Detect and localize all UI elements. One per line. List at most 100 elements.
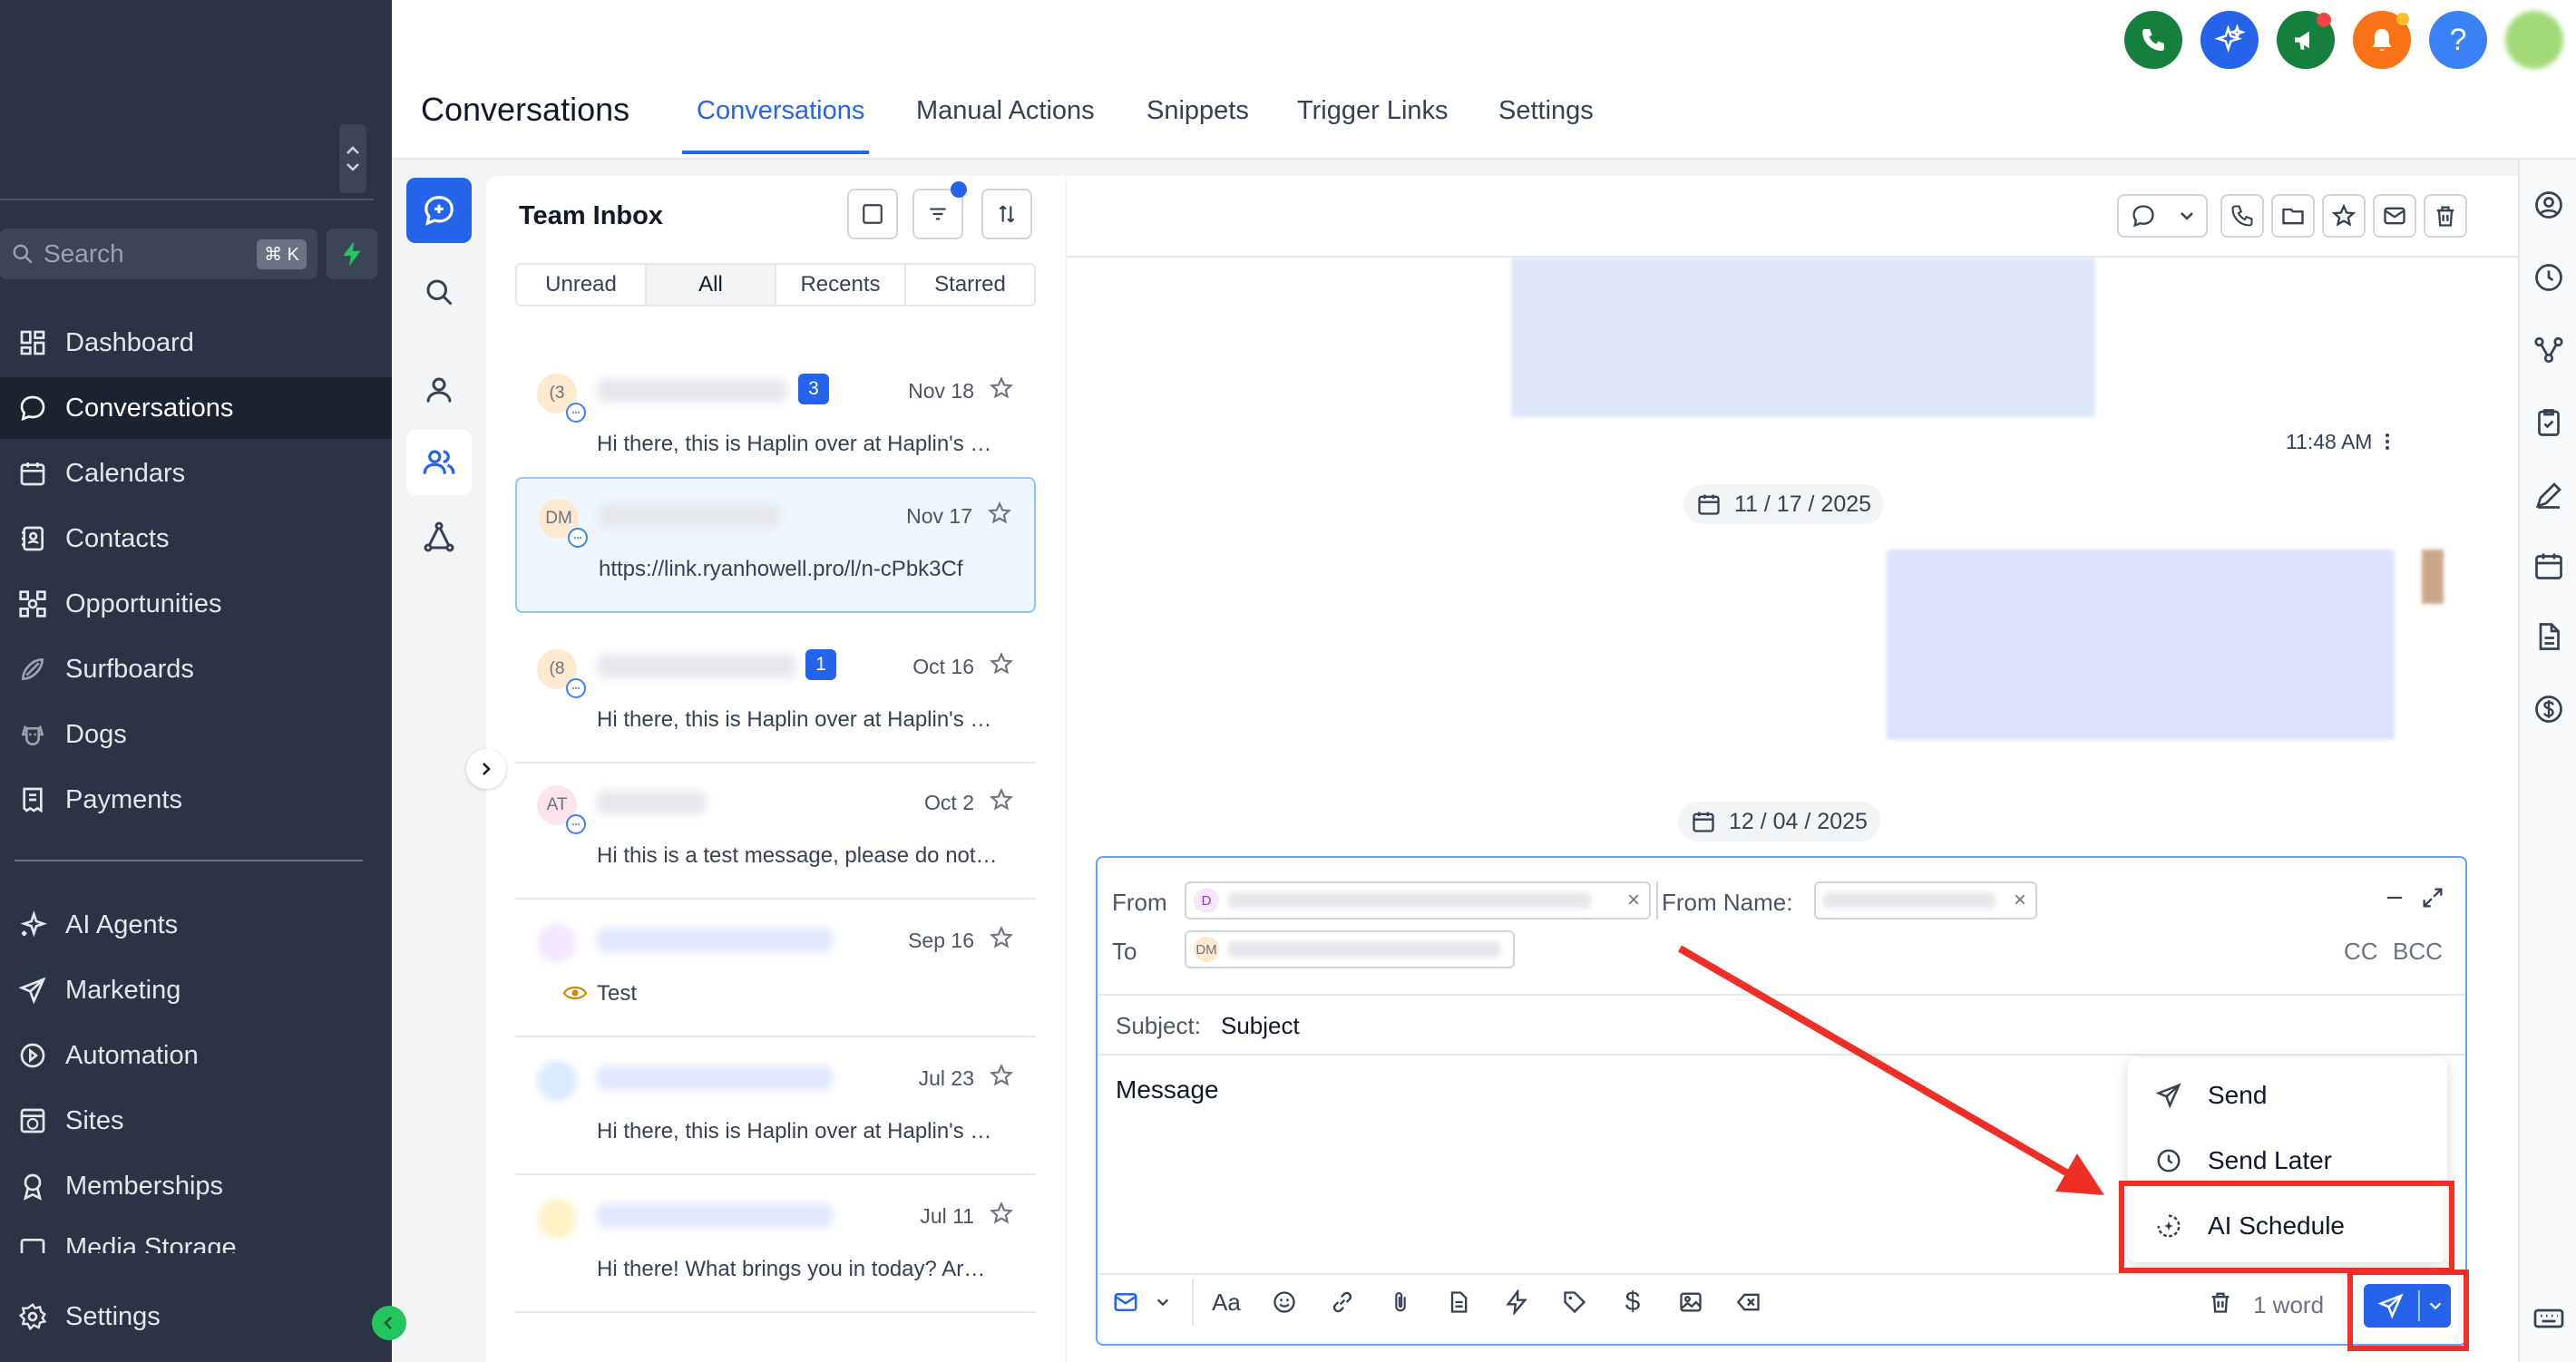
phone-button[interactable] [2124,11,2182,69]
nav-automation[interactable]: Automation [0,1025,392,1086]
nav-opportunities[interactable]: Opportunities [0,573,392,635]
sort-button[interactable] [981,189,1032,239]
remove-icon[interactable]: × [2014,888,2026,913]
collapse-sidebar-button[interactable] [372,1306,406,1340]
ai-assistant-button[interactable] [2200,11,2259,69]
new-message-button[interactable] [406,178,472,243]
nav-media-storage[interactable]: Media Storage [0,1221,392,1253]
payments-icon[interactable] [2531,691,2567,727]
star-icon[interactable] [989,1063,1014,1088]
star-icon[interactable] [989,787,1014,812]
clear-icon[interactable] [1731,1284,1767,1320]
contact-profile-icon[interactable] [2531,187,2567,223]
search-input[interactable]: Search ⌘ K [0,229,317,279]
notes-icon[interactable] [2531,477,2567,513]
template-icon[interactable] [1440,1284,1477,1320]
nav-memberships[interactable]: Memberships [0,1155,392,1217]
history-icon[interactable] [2531,259,2567,296]
remove-icon[interactable]: × [1627,888,1640,913]
filter-starred[interactable]: Starred [906,265,1034,305]
minimize-icon[interactable] [2382,885,2407,910]
calendar-icon [16,457,49,490]
delete-conversation-button[interactable] [2424,194,2467,238]
select-all-checkbox[interactable] [847,189,898,239]
announcements-button[interactable] [2277,11,2335,69]
call-button[interactable] [2220,194,2264,238]
link-icon[interactable] [1324,1284,1361,1320]
trash-icon[interactable] [2202,1284,2239,1320]
nav-ai-agents[interactable]: AI Agents [0,894,392,956]
tag-icon[interactable] [1556,1284,1593,1320]
nav-surfboards[interactable]: Surfboards [0,638,392,700]
expand-panel-button[interactable] [466,749,506,789]
image-icon[interactable] [1673,1284,1709,1320]
nav-marketing[interactable]: Marketing [0,959,392,1021]
notifications-button[interactable] [2353,11,2411,69]
conversation-item[interactable]: AT Oct 2 Hi this is a test message, plea… [515,765,1036,900]
nav-settings[interactable]: Settings [0,1286,392,1347]
conversation-item[interactable]: Sep 16 Test [515,903,1036,1037]
conversation-item[interactable]: (3 3 Nov 18 Hi there, this is Haplin ove… [515,354,1036,488]
star-icon[interactable] [989,1201,1014,1226]
star-icon[interactable] [989,375,1014,401]
emoji-icon[interactable] [1266,1284,1303,1320]
text-format-icon[interactable]: Aa [1208,1284,1244,1320]
star-icon[interactable] [989,925,1014,950]
attachment-icon[interactable] [1382,1284,1419,1320]
team-inbox-button[interactable] [406,430,472,495]
star-icon[interactable] [989,651,1014,676]
star-icon[interactable] [987,501,1012,526]
channels-button[interactable] [406,504,472,569]
expand-icon[interactable] [2420,885,2445,910]
star-conversation-button[interactable] [2322,194,2366,238]
bolt-icon[interactable] [1498,1284,1535,1320]
tasks-icon[interactable] [2531,404,2567,441]
nav-calendars[interactable]: Calendars [0,443,392,504]
chevron-updown-icon[interactable] [339,124,366,193]
tab-manual-actions[interactable]: Manual Actions [916,96,1095,126]
nav-payments[interactable]: Payments [0,769,392,831]
help-button[interactable]: ? [2429,11,2487,69]
workflow-icon[interactable] [2531,332,2567,368]
to-address-field[interactable]: DM [1185,930,1515,968]
search-conversations-button[interactable] [406,259,472,325]
bcc-button[interactable]: BCC [2393,938,2443,966]
more-options-icon[interactable] [2384,432,2391,452]
from-address-field[interactable]: D × [1185,881,1651,919]
filter-recents[interactable]: Recents [776,265,906,305]
nav-sites[interactable]: Sites [0,1090,392,1152]
avatar[interactable] [2505,11,2563,69]
menu-item-send[interactable]: Send [2155,1075,2267,1115]
quick-action-button[interactable] [327,229,377,279]
my-inbox-button[interactable] [406,357,472,423]
nav-conversations[interactable]: Conversations [0,377,392,439]
cc-button[interactable]: CC [2344,938,2378,966]
move-to-folder-button[interactable] [2271,194,2315,238]
appointments-icon[interactable] [2531,548,2567,584]
nav-dashboard[interactable]: Dashboard [0,312,392,374]
menu-item-send-later[interactable]: Send Later [2155,1141,2332,1181]
mark-unread-button[interactable] [2373,194,2416,238]
tab-snippets[interactable]: Snippets [1147,96,1249,126]
nav-dogs[interactable]: Dogs [0,704,392,765]
assign-dropdown[interactable] [2117,194,2208,238]
conversation-item-selected[interactable]: DM Nov 17 https://link.ryanhowell.pro/l/… [515,477,1036,613]
subject-input[interactable]: Subject [1221,1012,1300,1040]
conversation-item[interactable]: Jul 23 Hi there, this is Haplin over at … [515,1041,1036,1175]
from-name-field[interactable]: × [1814,881,2037,919]
documents-icon[interactable] [2531,618,2567,655]
nav-contacts[interactable]: Contacts [0,508,392,569]
filter-all[interactable]: All [647,265,776,305]
message-input[interactable]: Message [1116,1075,1219,1104]
tab-trigger-links[interactable]: Trigger Links [1297,96,1449,126]
filter-button[interactable] [912,181,967,239]
filter-unread[interactable]: Unread [517,265,647,305]
location-switcher[interactable] [0,124,374,200]
conversation-item[interactable]: (8 1 Oct 16 Hi there, this is Haplin ove… [515,629,1036,764]
channel-selector[interactable] [1112,1284,1170,1320]
conversation-item[interactable]: Jul 11 Hi there! What brings you in toda… [515,1179,1036,1313]
keyboard-icon[interactable] [2531,1300,2567,1337]
tab-conversations[interactable]: Conversations [697,96,864,126]
tab-settings[interactable]: Settings [1498,96,1594,126]
dollar-icon[interactable]: $ [1615,1284,1651,1320]
